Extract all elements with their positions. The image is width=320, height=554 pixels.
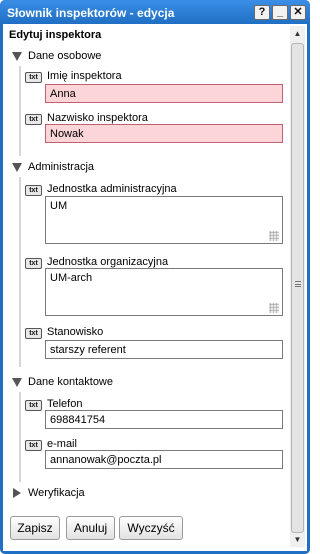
section-contact-label: Dane kontaktowe xyxy=(28,376,113,388)
scroll-thumb[interactable] xyxy=(291,43,304,533)
phone-label: Telefon xyxy=(47,398,83,410)
section-personal-label: Dane osobowe xyxy=(28,50,102,62)
admin-unit-label: Jednostka administracyjna xyxy=(47,183,177,195)
email-label: e-mail xyxy=(47,438,77,450)
last-name-field[interactable] xyxy=(45,124,283,143)
save-button[interactable]: Zapisz xyxy=(10,516,60,540)
help-button[interactable]: ? xyxy=(254,5,270,20)
clear-button[interactable]: Wyczyść xyxy=(119,516,183,540)
vertical-scrollbar[interactable]: ▲ ▼ xyxy=(290,26,305,547)
phone-field[interactable] xyxy=(45,410,283,429)
section-verification-label: Weryfikacja xyxy=(28,487,85,499)
section-divider xyxy=(19,177,21,367)
admin-unit-field[interactable]: UM xyxy=(45,196,283,244)
resize-handle-icon[interactable] xyxy=(269,303,279,313)
org-unit-label: Jednostka organizacyjna xyxy=(47,256,169,268)
email-field[interactable] xyxy=(45,450,283,469)
text-type-badge: txt xyxy=(25,72,42,83)
section-divider xyxy=(19,66,21,156)
position-label: Stanowisko xyxy=(47,326,104,338)
dialog-window: Słownik inspektorów - edycja ? _ ✕ Edytu… xyxy=(0,0,310,554)
minimize-button[interactable]: _ xyxy=(272,5,288,20)
scroll-up-icon[interactable]: ▲ xyxy=(290,27,305,41)
last-name-label: Nazwisko inspektora xyxy=(47,112,148,124)
text-type-badge: txt xyxy=(25,114,42,125)
section-contact[interactable]: Dane kontaktowe xyxy=(12,376,113,388)
form-subheading: Edytuj inspektora xyxy=(9,29,102,41)
cancel-button[interactable]: Anuluj xyxy=(66,516,115,540)
text-type-badge: txt xyxy=(25,185,42,196)
first-name-label: Imię inspektora xyxy=(47,70,122,82)
form-panel: Edytuj inspektora ▲ ▼ Dane osobowe txt I… xyxy=(3,24,307,551)
expand-arrow-icon xyxy=(13,488,21,498)
section-verification[interactable]: Weryfikacja xyxy=(12,487,85,499)
window-title: Słownik inspektorów - edycja xyxy=(7,6,175,20)
first-name-field[interactable] xyxy=(45,84,283,103)
resize-handle-icon[interactable] xyxy=(269,231,279,241)
collapse-arrow-icon xyxy=(12,162,22,172)
title-bar[interactable]: Słownik inspektorów - edycja ? _ ✕ xyxy=(0,0,310,24)
collapse-arrow-icon xyxy=(12,377,22,387)
collapse-arrow-icon xyxy=(12,51,22,61)
position-field[interactable] xyxy=(45,340,283,359)
close-button[interactable]: ✕ xyxy=(290,5,306,20)
section-divider xyxy=(19,392,21,482)
section-personal[interactable]: Dane osobowe xyxy=(12,50,101,62)
text-type-badge: txt xyxy=(25,328,42,339)
section-admin-label: Administracja xyxy=(28,161,95,173)
text-type-badge: txt xyxy=(25,258,42,269)
text-type-badge: txt xyxy=(25,400,42,411)
scroll-down-icon[interactable]: ▼ xyxy=(290,533,305,547)
grip-icon xyxy=(295,281,301,287)
section-admin[interactable]: Administracja xyxy=(12,161,94,173)
org-unit-field[interactable]: UM-arch xyxy=(45,268,283,316)
text-type-badge: txt xyxy=(25,440,42,451)
